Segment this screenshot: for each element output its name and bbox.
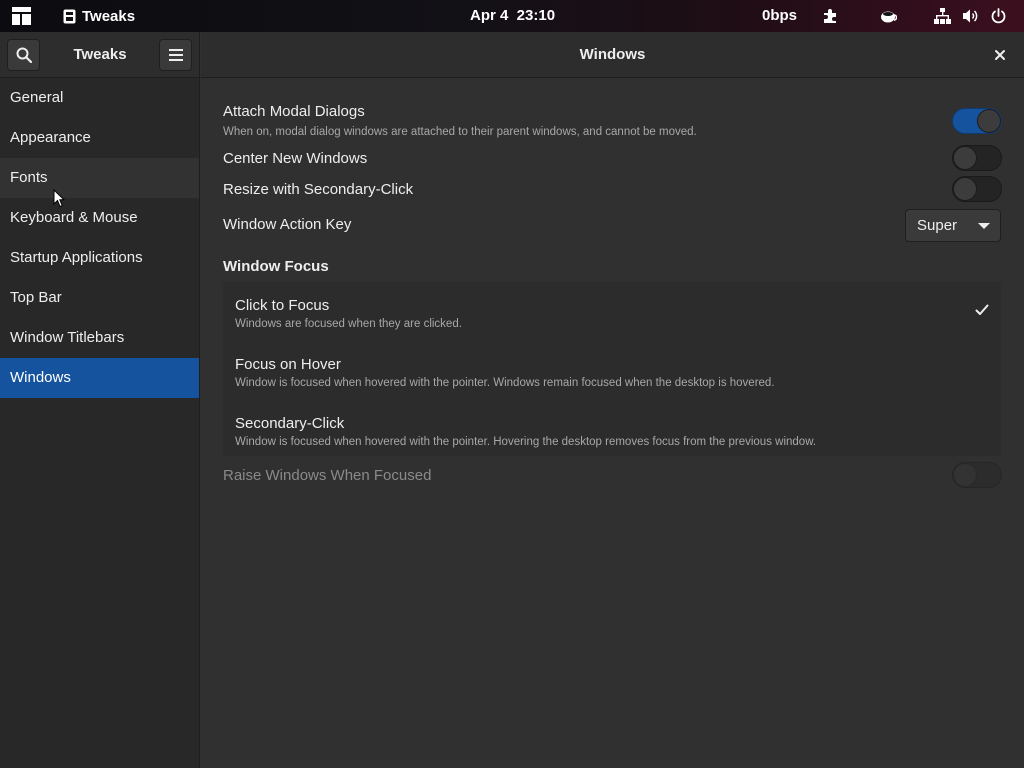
resize-secondary-click-label: Resize with Secondary-Click <box>223 181 414 198</box>
mouse-cursor-icon <box>53 189 65 208</box>
sidebar-item-windows[interactable]: Windows <box>0 358 199 398</box>
focus-option-click-to-focus[interactable]: Click to Focus Windows are focused when … <box>223 282 1001 340</box>
hamburger-menu-icon <box>168 49 183 61</box>
center-new-windows-switch[interactable] <box>952 145 1002 171</box>
tweaks-app-icon <box>63 9 76 23</box>
top-bar: Tweaks Apr 4 23:10 0bps <box>0 0 1024 32</box>
focus-option-description: Windows are focused when they are clicke… <box>235 318 462 330</box>
window-action-key-label: Window Action Key <box>223 216 352 233</box>
sidebar-item-fonts[interactable]: Fonts <box>0 158 199 198</box>
main-menu-button[interactable] <box>159 39 192 71</box>
sidebar-item-keyboard-mouse[interactable]: Keyboard & Mouse <box>0 198 199 238</box>
switch-knob <box>953 177 977 201</box>
sidebar-item-general[interactable]: General <box>0 78 199 118</box>
focus-option-secondary-click[interactable]: Secondary-Click Window is focused when h… <box>223 400 1001 458</box>
volume-icon[interactable] <box>962 8 979 24</box>
window-focus-heading: Window Focus <box>223 258 329 275</box>
attach-modal-dialogs-description: When on, modal dialog windows are attach… <box>223 126 697 138</box>
sidebar-item-appearance[interactable]: Appearance <box>0 118 199 158</box>
switch-knob <box>953 146 977 170</box>
resize-secondary-click-row: Resize with Secondary-Click <box>223 181 1003 198</box>
page-title: Windows <box>579 46 646 63</box>
sidebar-item-top-bar[interactable]: Top Bar <box>0 278 199 318</box>
sidebar: General Appearance Fonts Keyboard & Mous… <box>0 78 200 768</box>
net-speed-indicator[interactable]: 0bps <box>762 0 797 32</box>
window-action-key-value: Super <box>917 217 958 234</box>
sidebar-headerbar: Tweaks <box>0 32 200 78</box>
switch-knob <box>977 109 1001 133</box>
focus-option-description: Window is focused when hovered with the … <box>235 377 775 389</box>
caffeine-cup-icon[interactable] <box>880 8 897 24</box>
checkmark-icon <box>975 304 989 315</box>
search-icon <box>16 47 32 63</box>
app-menu[interactable]: Tweaks <box>63 0 135 32</box>
center-new-windows-row: Center New Windows <box>223 150 1003 167</box>
window-focus-list: Click to Focus Windows are focused when … <box>223 282 1001 456</box>
raise-windows-when-focused-switch <box>952 462 1002 488</box>
close-window-icon[interactable] <box>993 48 1007 62</box>
focus-option-label: Click to Focus <box>235 297 330 314</box>
center-new-windows-label: Center New Windows <box>223 150 368 167</box>
focus-option-description: Window is focused when hovered with the … <box>235 436 817 448</box>
windows-settings-panel: Attach Modal Dialogs When on, modal dial… <box>201 78 1024 768</box>
focus-option-label: Secondary-Click <box>235 415 345 432</box>
sidebar-item-window-titlebars[interactable]: Window Titlebars <box>0 318 199 358</box>
power-icon[interactable] <box>990 8 1007 24</box>
focus-option-focus-on-hover[interactable]: Focus on Hover Window is focused when ho… <box>223 341 1001 399</box>
attach-modal-dialogs-label: Attach Modal Dialogs <box>223 103 365 120</box>
window-action-key-dropdown[interactable]: Super <box>905 209 1001 242</box>
activities-icon[interactable] <box>12 7 31 25</box>
network-icon[interactable] <box>934 8 951 24</box>
raise-windows-when-focused-row: Raise Windows When Focused <box>223 467 1003 484</box>
raise-windows-when-focused-label: Raise Windows When Focused <box>223 467 432 484</box>
switch-knob <box>953 463 977 487</box>
app-menu-label: Tweaks <box>82 7 136 25</box>
window-action-key-row: Window Action Key <box>223 216 1003 233</box>
extensions-puzzle-icon[interactable] <box>822 8 839 24</box>
main-headerbar: Windows <box>201 32 1024 78</box>
search-button[interactable] <box>7 39 40 71</box>
resize-secondary-click-switch[interactable] <box>952 176 1002 202</box>
attach-modal-dialogs-row: Attach Modal Dialogs When on, modal dial… <box>223 103 1003 138</box>
sidebar-item-startup-applications[interactable]: Startup Applications <box>0 238 199 278</box>
chevron-down-icon <box>978 223 990 229</box>
clock[interactable]: Apr 4 23:10 <box>470 0 555 32</box>
sidebar-title: Tweaks <box>73 46 127 63</box>
attach-modal-dialogs-switch[interactable] <box>952 108 1002 134</box>
focus-option-label: Focus on Hover <box>235 356 341 373</box>
